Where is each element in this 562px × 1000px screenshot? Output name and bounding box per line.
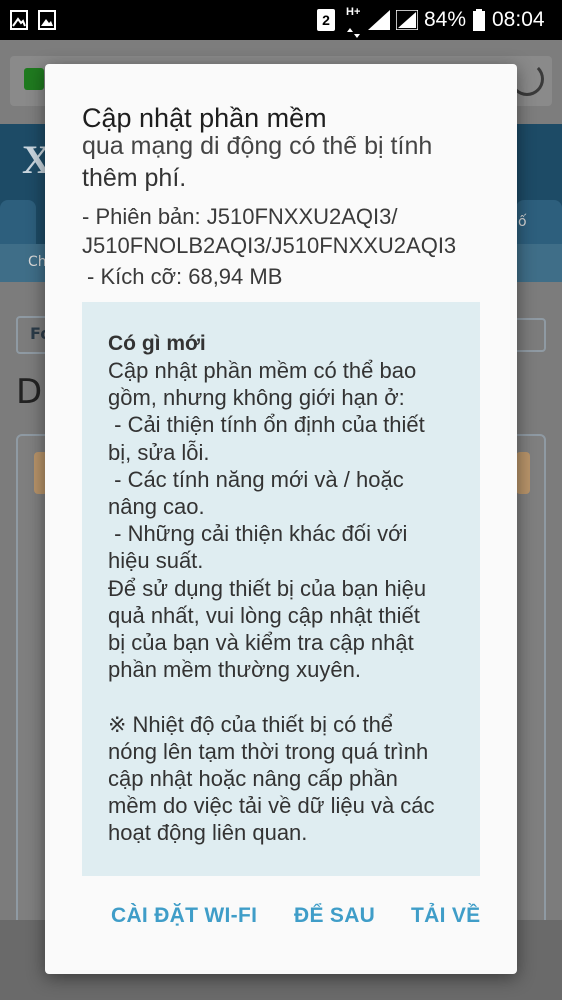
site-subbar-label: Ch — [28, 254, 47, 270]
dialog-actions: CÀI ĐẶT WI-FI ĐỂ SAU TẢI VỀ — [45, 904, 517, 944]
version-info: - Phiên bản: J510FNXXU2AQI3/ J510FNOLB2A… — [82, 204, 457, 258]
status-bar: 2 H+ 84% 08:04 — [0, 0, 562, 40]
battery-icon — [472, 9, 486, 31]
dialog-scroll-area[interactable]: qua mạng di động có thể bị tính thêm phí… — [45, 136, 517, 876]
fee-notice: thêm phí. — [82, 164, 187, 192]
whats-new-box: Có gì mới Cập nhật phần mềm có thể bao g… — [82, 302, 480, 876]
whats-new-heading: Có gì mới — [108, 332, 206, 355]
wifi-settings-button[interactable]: CÀI ĐẶT WI-FI — [111, 904, 257, 928]
secure-lock-icon — [24, 68, 44, 90]
image-notification-icon — [10, 9, 28, 31]
software-update-dialog: Cập nhật phần mềm qua mạng di động có th… — [45, 64, 517, 974]
network-type: H+ — [346, 6, 361, 18]
download-button[interactable]: TẢI VỀ — [411, 904, 480, 928]
sim-badge-icon: 2 — [317, 9, 335, 31]
clock: 08:04 — [492, 8, 545, 31]
size-info: - Kích cỡ: 68,94 MB — [87, 264, 283, 289]
signal-strength-2-icon — [396, 9, 418, 31]
battery-percent: 84% — [424, 8, 467, 31]
external-link-icon — [512, 318, 546, 352]
dialog-title: Cập nhật phần mềm — [82, 103, 327, 133]
signal-strength-icon — [368, 9, 390, 31]
site-tab-left — [0, 200, 36, 248]
gallery-notification-icon — [38, 9, 56, 31]
partially-scrolled-text: qua mạng di động có thể bị tính — [82, 136, 433, 160]
site-tab-right-label: ố — [518, 214, 527, 230]
sim-badge: 2 — [322, 12, 330, 28]
site-card-accent-right — [516, 452, 530, 494]
whats-new-body: Cập nhật phần mềm có thể bao gồm, nhưng … — [108, 358, 435, 846]
later-button[interactable]: ĐỂ SAU — [294, 904, 375, 928]
